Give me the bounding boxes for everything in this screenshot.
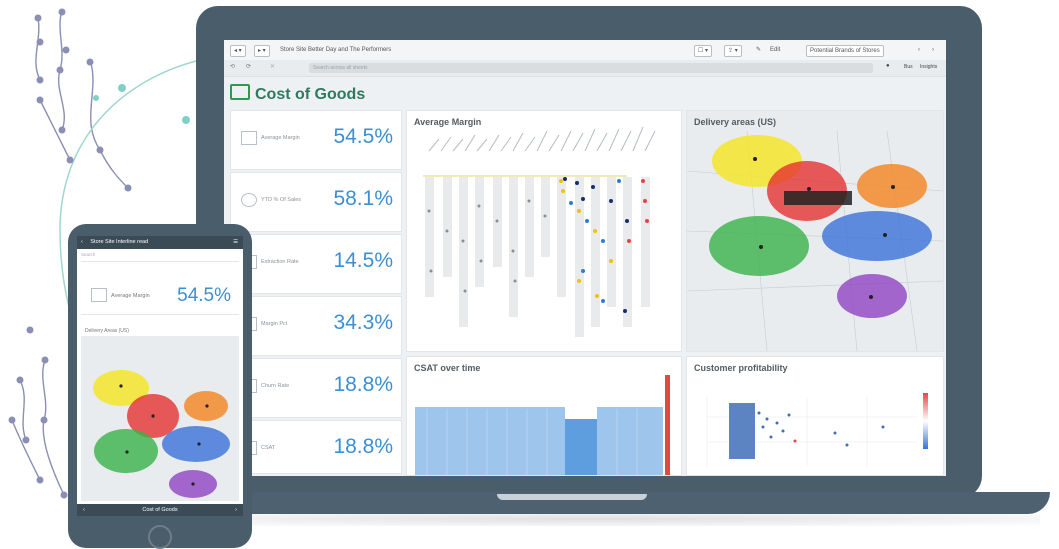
prev-sheet-icon[interactable]: ‹ — [83, 504, 85, 516]
kpi-churn-rate[interactable]: Churn Rate 18.8% — [230, 358, 402, 418]
forward-button[interactable]: ▸ ▾ — [254, 45, 270, 57]
next-sheet-icon[interactable]: › — [932, 45, 934, 55]
menu-icon[interactable]: ☰ — [233, 236, 238, 249]
gauge-icon — [241, 193, 257, 207]
bookmark-button[interactable]: ☐ ▾ — [694, 45, 713, 57]
phone-footer-title: Cost of Goods — [142, 507, 178, 513]
kpi-label: Extraction Rate — [261, 259, 299, 265]
laptop-shadow — [150, 512, 1040, 526]
app-toolbar: ◂ ▾ ▸ ▾ Store Site Better Day and The Pe… — [224, 40, 946, 61]
kpi-label: Churn Rate — [261, 383, 290, 389]
kpi-extraction-rate[interactable]: Extraction Rate 14.5% — [230, 234, 402, 294]
kpi-value: 14.5% — [333, 249, 393, 272]
edit-icon[interactable]: ✎ — [756, 45, 761, 55]
insights-link[interactable]: Insights — [920, 64, 937, 70]
kpi-value: 18.8% — [333, 373, 393, 396]
phone-delivery-map — [81, 336, 239, 501]
customer-profitability-panel[interactable]: Customer profitability — [686, 356, 944, 476]
delivery-areas-map — [687, 130, 943, 351]
selections-back-icon[interactable]: ⟲ — [230, 63, 235, 70]
phone-search-input[interactable]: Search — [81, 252, 239, 262]
sheet-tab-title[interactable]: Store Site Better Day and The Performers — [280, 45, 391, 55]
clear-selections-icon[interactable]: ✕ — [270, 63, 275, 70]
phone-kpi-average-margin[interactable]: Average Margin 54.5% — [81, 274, 239, 315]
sheet-selector[interactable]: Potential Brands of Stores — [806, 45, 884, 57]
kpi-average-margin[interactable]: Average Margin 54.5% — [230, 110, 402, 170]
kpi-value: 18.8% — [333, 435, 393, 458]
csat-panel[interactable]: CSAT over time — [406, 356, 682, 476]
kpi-value: 54.5% — [333, 125, 393, 148]
csat-chart — [415, 375, 670, 475]
selections-forward-icon[interactable]: ⟳ — [246, 63, 251, 70]
delivery-areas-panel[interactable]: Delivery areas (US) — [686, 110, 944, 352]
kpi-label: Average Margin — [111, 293, 150, 299]
average-margin-panel[interactable]: Average Margin — [406, 110, 682, 352]
kpi-margin-pct[interactable]: Margin Pct 34.3% — [230, 296, 402, 356]
page-title: Cost of Goods — [230, 84, 365, 104]
search-icon[interactable]: ● — [886, 63, 890, 69]
kpi-ytd-sales[interactable]: YTD % Of Sales 58.1% — [230, 172, 402, 232]
kpi-label: YTD % Of Sales — [261, 197, 302, 203]
back-icon[interactable]: ‹ — [81, 239, 83, 245]
phone-screen: ‹ Store Site Interline read ☰ Search Ave… — [77, 236, 243, 516]
average-margin-chart — [423, 126, 656, 337]
kpi-value: 58.1% — [333, 187, 393, 210]
laptop-screen: ◂ ▾ ▸ ▾ Store Site Better Day and The Pe… — [224, 40, 946, 476]
phone-header: ‹ Store Site Interline read ☰ — [77, 236, 243, 249]
phone-map-title: Delivery Areas (US) — [85, 328, 129, 334]
phone-footer: ‹ Cost of Goods › — [77, 504, 243, 516]
laptop-notch — [497, 494, 647, 500]
share-button[interactable]: ⇪ ▾ — [724, 45, 742, 57]
prev-sheet-icon[interactable]: ‹ — [918, 45, 920, 55]
search-input[interactable]: Search across all sheets — [309, 63, 873, 73]
page-title-text: Cost of Goods — [255, 86, 366, 103]
phone-home-button[interactable] — [148, 525, 172, 549]
customer-profitability-chart — [706, 393, 928, 467]
edit-button[interactable]: Edit — [770, 45, 780, 55]
next-sheet-icon[interactable]: › — [235, 504, 237, 516]
table-icon — [91, 288, 107, 302]
selection-bar: ⟲ ⟳ ✕ Search across all sheets ● Bus Ins… — [224, 60, 946, 77]
kpi-label: Margin Pct — [261, 321, 288, 327]
back-button[interactable]: ◂ ▾ — [230, 45, 246, 57]
bus-link[interactable]: Bus — [904, 64, 913, 70]
kpi-label: Average Margin — [261, 135, 300, 141]
kpi-value: 54.5% — [177, 285, 231, 306]
phone-header-title: Store Site Interline read — [90, 239, 149, 245]
kpi-csat[interactable]: CSAT 18.8% — [230, 420, 402, 474]
table-icon — [241, 131, 257, 145]
kpi-label: CSAT — [261, 445, 276, 451]
kpi-value: 34.3% — [333, 311, 393, 334]
sheet-logo-icon — [230, 84, 250, 100]
